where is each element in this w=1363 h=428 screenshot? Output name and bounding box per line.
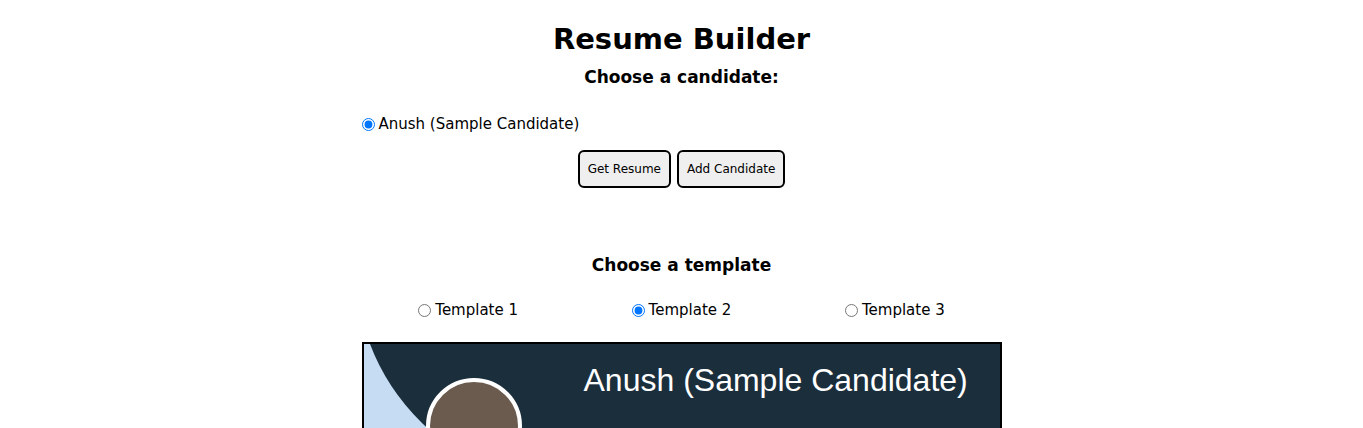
template-option[interactable]: Template 1 <box>418 300 518 320</box>
template-label: Template 2 <box>649 300 732 320</box>
template-label: Template 1 <box>435 300 518 320</box>
candidate-label: Anush (Sample Candidate) <box>379 114 580 134</box>
template-radio[interactable] <box>845 304 858 317</box>
resume-builder-page: Resume Builder Choose a candidate: Anush (… <box>362 0 1002 428</box>
candidate-list: Anush (Sample Candidate) <box>362 114 1002 134</box>
candidate-heading: Choose a candidate: <box>362 66 1002 88</box>
template-radio[interactable] <box>418 304 431 317</box>
page-title: Resume Builder <box>362 20 1002 58</box>
template-heading: Choose a template <box>362 254 1002 276</box>
photo-column <box>364 344 584 428</box>
template-option[interactable]: Template 2 <box>632 300 732 320</box>
action-button[interactable]: Add Candidate <box>677 150 785 188</box>
resume-header: Anush (Sample Candidate) <box>364 344 1000 428</box>
resume-name: Anush (Sample Candidate) <box>584 344 968 428</box>
template-radio[interactable] <box>632 304 645 317</box>
button-row: Get ResumeAdd Candidate <box>362 150 1002 188</box>
template-list: Template 1 Template 2 Template 3 <box>362 300 1002 320</box>
candidate-radio[interactable] <box>362 118 375 131</box>
candidate-option[interactable]: Anush (Sample Candidate) <box>362 114 580 134</box>
action-button[interactable]: Get Resume <box>578 150 671 188</box>
candidate-photo <box>426 378 522 428</box>
resume-preview: Anush (Sample Candidate) <box>362 342 1002 428</box>
template-label: Template 3 <box>862 300 945 320</box>
template-option[interactable]: Template 3 <box>845 300 945 320</box>
